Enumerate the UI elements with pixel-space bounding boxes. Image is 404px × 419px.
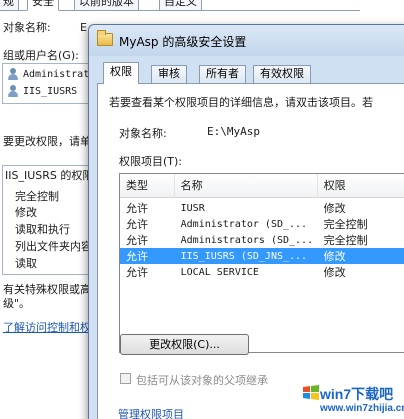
special-perm-hint-2: 级"。 bbox=[3, 297, 31, 310]
user-name: Administrat bbox=[23, 69, 90, 80]
manage-permission-entries-link[interactable]: 管理权限项目 bbox=[118, 406, 184, 419]
group-users-list[interactable]: Administrat IIS_IUSRS bbox=[2, 63, 98, 104]
permissions-for-label: IIS_IUSRS 的权限 bbox=[5, 169, 94, 182]
object-name-value: E bbox=[80, 21, 87, 34]
change-permissions-button[interactable]: 更改权限(C)... bbox=[120, 334, 249, 355]
inherit-checkbox-label: 包括可从该对象的父项继承 bbox=[136, 374, 268, 387]
tab-previous-versions[interactable]: 以前的版本 bbox=[74, 0, 139, 11]
group-users-label: 组或用户名(G): bbox=[3, 49, 79, 62]
windows-logo-icon bbox=[303, 385, 319, 400]
cell-name: LOCAL SERVICE bbox=[180, 266, 259, 278]
watermark-brand: win7下载吧 bbox=[320, 386, 394, 402]
cell-type: 允许 bbox=[126, 218, 148, 231]
table-row[interactable]: 允许 Administrator (SD_... 完全控制 bbox=[120, 216, 404, 232]
table-header: 类型 名称 权限 bbox=[120, 174, 404, 198]
cell-name: IUSR bbox=[180, 202, 205, 214]
access-control-link[interactable]: 了解访问控制和权 bbox=[3, 321, 91, 334]
properties-tabstrip: 规 安全 以前的版本 自定义 bbox=[0, 0, 360, 11]
instruction-text: 若要查看某个权限项目的详细信息，请双击该项目。若 bbox=[109, 96, 373, 109]
cell-type: 允许 bbox=[126, 234, 148, 247]
permission-entries-table[interactable]: 类型 名称 权限 允许 IUSR 修改 允许 Administrator (SD… bbox=[119, 173, 404, 353]
watermark-url: www.win7zhijia.cn bbox=[320, 403, 404, 414]
cell-permission: 完全控制 bbox=[323, 234, 368, 247]
table-row[interactable]: 允许 LOCAL SERVICE 修改 bbox=[120, 264, 404, 280]
list-item[interactable]: Administrat bbox=[7, 67, 89, 82]
change-perm-hint: 要更改权限，请单 bbox=[3, 135, 91, 148]
user-name: IIS_IUSRS bbox=[23, 86, 78, 97]
perm-item: 列出文件夹内容 bbox=[15, 240, 92, 253]
column-name[interactable]: 名称 bbox=[175, 174, 318, 198]
table-row-selected[interactable]: 允许 IIS_IUSRS (SD_JNS_... 修改 bbox=[120, 248, 404, 264]
table-row[interactable]: 允许 Administrators (SD_... 完全控制 bbox=[120, 232, 404, 248]
cell-type: 允许 bbox=[126, 202, 148, 215]
perm-item: 读取 bbox=[15, 257, 37, 270]
user-group-icon bbox=[7, 68, 20, 81]
site-watermark: win7下载吧 www.win7zhijia.cn bbox=[300, 380, 404, 419]
user-group-icon bbox=[7, 85, 20, 98]
cell-name: Administrators (SD_... bbox=[180, 234, 314, 246]
table-row[interactable]: 允许 IUSR 修改 bbox=[120, 200, 404, 216]
inherit-checkbox[interactable] bbox=[120, 373, 131, 384]
column-permission[interactable]: 权限 bbox=[318, 174, 404, 198]
advanced-security-dialog: MyAsp 的高级安全设置 权限 审核 所有者 有效权限 若要查看某个权限项目的… bbox=[88, 24, 404, 419]
tab-auditing[interactable]: 审核 bbox=[151, 65, 187, 83]
object-name-value: E:\MyAsp bbox=[207, 125, 260, 138]
tab-effective-permissions[interactable]: 有效权限 bbox=[253, 65, 311, 83]
column-type[interactable]: 类型 bbox=[120, 174, 175, 198]
cell-type: 允许 bbox=[126, 266, 148, 279]
tab-security[interactable]: 安全 bbox=[27, 0, 59, 11]
object-name-label: 对象名称: bbox=[119, 127, 167, 140]
list-item[interactable]: IIS_IUSRS bbox=[7, 84, 77, 99]
cell-permission: 修改 bbox=[323, 202, 346, 215]
special-perm-hint: 有关特殊权限或高 bbox=[3, 283, 91, 296]
perm-item: 完全控制 bbox=[15, 190, 59, 203]
permission-entries-label: 权限项目(T): bbox=[119, 155, 183, 168]
tab-general[interactable]: 规 bbox=[0, 0, 19, 11]
cell-name: Administrator (SD_... bbox=[180, 218, 308, 230]
permissions-box: IIS_IUSRS 的权限 完全控制 修改 读取和执行 列出文件夹内容 读取 bbox=[2, 165, 98, 275]
cell-name: IIS_IUSRS (SD_JNS_... bbox=[180, 250, 308, 262]
folder-icon bbox=[97, 30, 113, 46]
tab-customize[interactable]: 自定义 bbox=[159, 0, 202, 11]
tab-permissions[interactable]: 权限 bbox=[103, 62, 139, 84]
title-bar[interactable]: MyAsp 的高级安全设置 bbox=[89, 25, 404, 56]
cell-permission: 修改 bbox=[323, 250, 346, 263]
dialog-title: MyAsp 的高级安全设置 bbox=[119, 35, 247, 49]
object-name-label: 对象名称: bbox=[3, 21, 51, 34]
perm-item: 修改 bbox=[15, 206, 37, 219]
advanced-tabstrip: 权限 审核 所有者 有效权限 bbox=[97, 56, 404, 84]
cell-permission: 修改 bbox=[323, 266, 346, 279]
tab-owner[interactable]: 所有者 bbox=[199, 65, 246, 83]
cell-permission: 完全控制 bbox=[323, 218, 368, 231]
cell-type: 允许 bbox=[126, 250, 148, 263]
perm-item: 读取和执行 bbox=[15, 223, 70, 236]
